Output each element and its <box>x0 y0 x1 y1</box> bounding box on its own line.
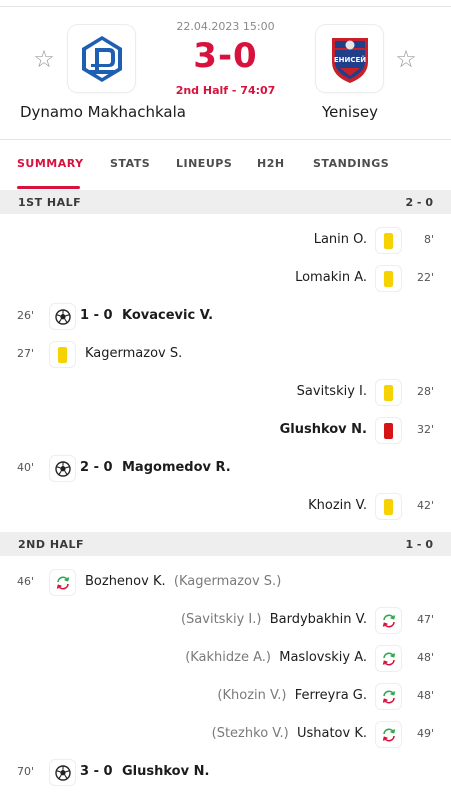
event-player: Magomedov R. <box>122 460 231 475</box>
match-score: 3-0 <box>193 36 258 76</box>
substitution-icon <box>376 722 401 747</box>
section-score: 2 - 0 <box>405 196 433 209</box>
event-row[interactable]: 27' Kagermazov S. <box>0 335 451 373</box>
yellow-card-icon <box>376 380 401 405</box>
event-minute: 32' <box>416 423 434 436</box>
home-team-name[interactable]: Dynamo Makhachkala <box>20 103 186 121</box>
tab-standings[interactable]: STANDINGS <box>313 157 389 170</box>
soccer-ball-icon <box>50 760 75 785</box>
substitution-icon <box>376 684 401 709</box>
yellow-card-icon <box>376 228 401 253</box>
player-in: Bozhenov K. <box>85 574 166 589</box>
player-in: Bardybakhin V. <box>269 612 367 627</box>
event-player: Lanin O. <box>313 232 367 247</box>
event-minute: 27' <box>17 347 35 360</box>
event-row[interactable]: (Stezhko V.) Ushatov K. 49' <box>0 715 451 753</box>
event-row[interactable]: Lanin O. 8' <box>0 221 451 259</box>
event-player-line: Bozhenov K. (Kagermazov S.) <box>85 574 281 589</box>
event-player: Khozin V. <box>308 498 367 513</box>
event-row[interactable]: Khozin V. 42' <box>0 487 451 525</box>
yenisey-logo-icon: ЕНИСЕЙ <box>331 37 368 83</box>
goal-score: 3 - 0 <box>80 764 113 779</box>
player-out: (Savitskiy I.) <box>180 612 262 627</box>
event-player: Glushkov N. <box>122 764 210 779</box>
match-header: 22.04.2023 15:00 ☆ 3-0 2nd Half - 74:07 … <box>0 0 451 140</box>
event-minute: 8' <box>423 233 434 246</box>
event-minute: 22' <box>416 271 434 284</box>
soccer-ball-icon <box>50 456 75 481</box>
match-status: 2nd Half - 74:07 <box>175 84 276 97</box>
event-player: Kovacevic V. <box>122 308 214 323</box>
substitution-icon <box>376 608 401 633</box>
event-row[interactable]: 40' 2 - 0 Magomedov R. <box>0 449 451 487</box>
tab-h2h[interactable]: H2H <box>257 157 285 170</box>
player-out: (Khozin V.) <box>217 688 287 703</box>
event-minute: 49' <box>416 727 434 740</box>
event-player: Kagermazov S. <box>85 346 183 361</box>
event-player: Glushkov N. <box>279 422 367 437</box>
yellow-card-icon <box>376 266 401 291</box>
favorite-away-star-icon[interactable]: ☆ <box>393 46 419 72</box>
soccer-ball-icon <box>50 304 75 329</box>
event-minute: 70' <box>17 765 35 778</box>
event-minute: 47' <box>416 613 434 626</box>
yellow-card-icon <box>50 342 75 367</box>
event-player-line: (Savitskiy I.) Bardybakhin V. <box>181 612 367 627</box>
event-minute: 46' <box>17 575 35 588</box>
event-row[interactable]: Lomakin A. 22' <box>0 259 451 297</box>
event-row[interactable]: 70' 3 - 0 Glushkov N. <box>0 753 451 791</box>
event-minute: 48' <box>416 651 434 664</box>
event-minute: 26' <box>17 309 35 322</box>
player-out: (Kagermazov S.) <box>173 574 282 589</box>
section-header-2nd-half: 2ND HALF 1 - 0 <box>0 532 451 556</box>
active-tab-indicator <box>17 186 80 189</box>
player-out: (Stezhko V.) <box>211 726 289 741</box>
tab-summary[interactable]: SUMMARY <box>17 157 84 170</box>
event-row[interactable]: Savitskiy I. 28' <box>0 373 451 411</box>
top-divider <box>0 0 451 7</box>
event-player-line: (Khozin V.) Ferreyra G. <box>217 688 367 703</box>
event-row[interactable]: (Savitskiy I.) Bardybakhin V. 47' <box>0 601 451 639</box>
event-player: Savitskiy I. <box>296 384 367 399</box>
event-row[interactable]: (Kakhidze A.) Maslovskiy A. 48' <box>0 639 451 677</box>
event-player-line: (Kakhidze A.) Maslovskiy A. <box>185 650 367 665</box>
event-minute: 28' <box>416 385 434 398</box>
section-header-1st-half: 1ST HALF 2 - 0 <box>0 190 451 214</box>
yenisey-logo-text: ЕНИСЕЙ <box>333 55 365 64</box>
event-minute: 48' <box>416 689 434 702</box>
event-row[interactable]: (Khozin V.) Ferreyra G. 48' <box>0 677 451 715</box>
yellow-card-icon <box>376 494 401 519</box>
substitution-icon <box>376 646 401 671</box>
section-title: 2ND HALF <box>18 538 85 551</box>
substitution-icon <box>50 570 75 595</box>
event-minute: 42' <box>416 499 434 512</box>
goal-score: 2 - 0 <box>80 460 113 475</box>
section-title: 1ST HALF <box>18 196 82 209</box>
goal-score: 1 - 0 <box>80 308 113 323</box>
tab-stats[interactable]: STATS <box>110 157 150 170</box>
player-in: Maslovskiy A. <box>279 650 367 665</box>
red-card-icon <box>376 418 401 443</box>
away-team-logo[interactable]: ЕНИСЕЙ <box>316 25 383 92</box>
event-player: Lomakin A. <box>295 270 367 285</box>
event-row[interactable]: 26' 1 - 0 Kovacevic V. <box>0 297 451 335</box>
event-row[interactable]: 46' Bozhenov K. (Kagermazov S.) <box>0 563 451 601</box>
tab-lineups[interactable]: LINEUPS <box>176 157 232 170</box>
section-score: 1 - 0 <box>405 538 433 551</box>
event-player-line: (Stezhko V.) Ushatov K. <box>212 726 367 741</box>
event-minute: 40' <box>17 461 35 474</box>
away-team-name[interactable]: Yenisey <box>322 103 378 121</box>
player-in: Ushatov K. <box>296 726 367 741</box>
player-out: (Kakhidze A.) <box>185 650 271 665</box>
player-in: Ferreyra G. <box>294 688 367 703</box>
match-tabs: SUMMARY STATS LINEUPS H2H STANDINGS <box>0 140 451 190</box>
event-row[interactable]: Glushkov N. 32' <box>0 411 451 449</box>
